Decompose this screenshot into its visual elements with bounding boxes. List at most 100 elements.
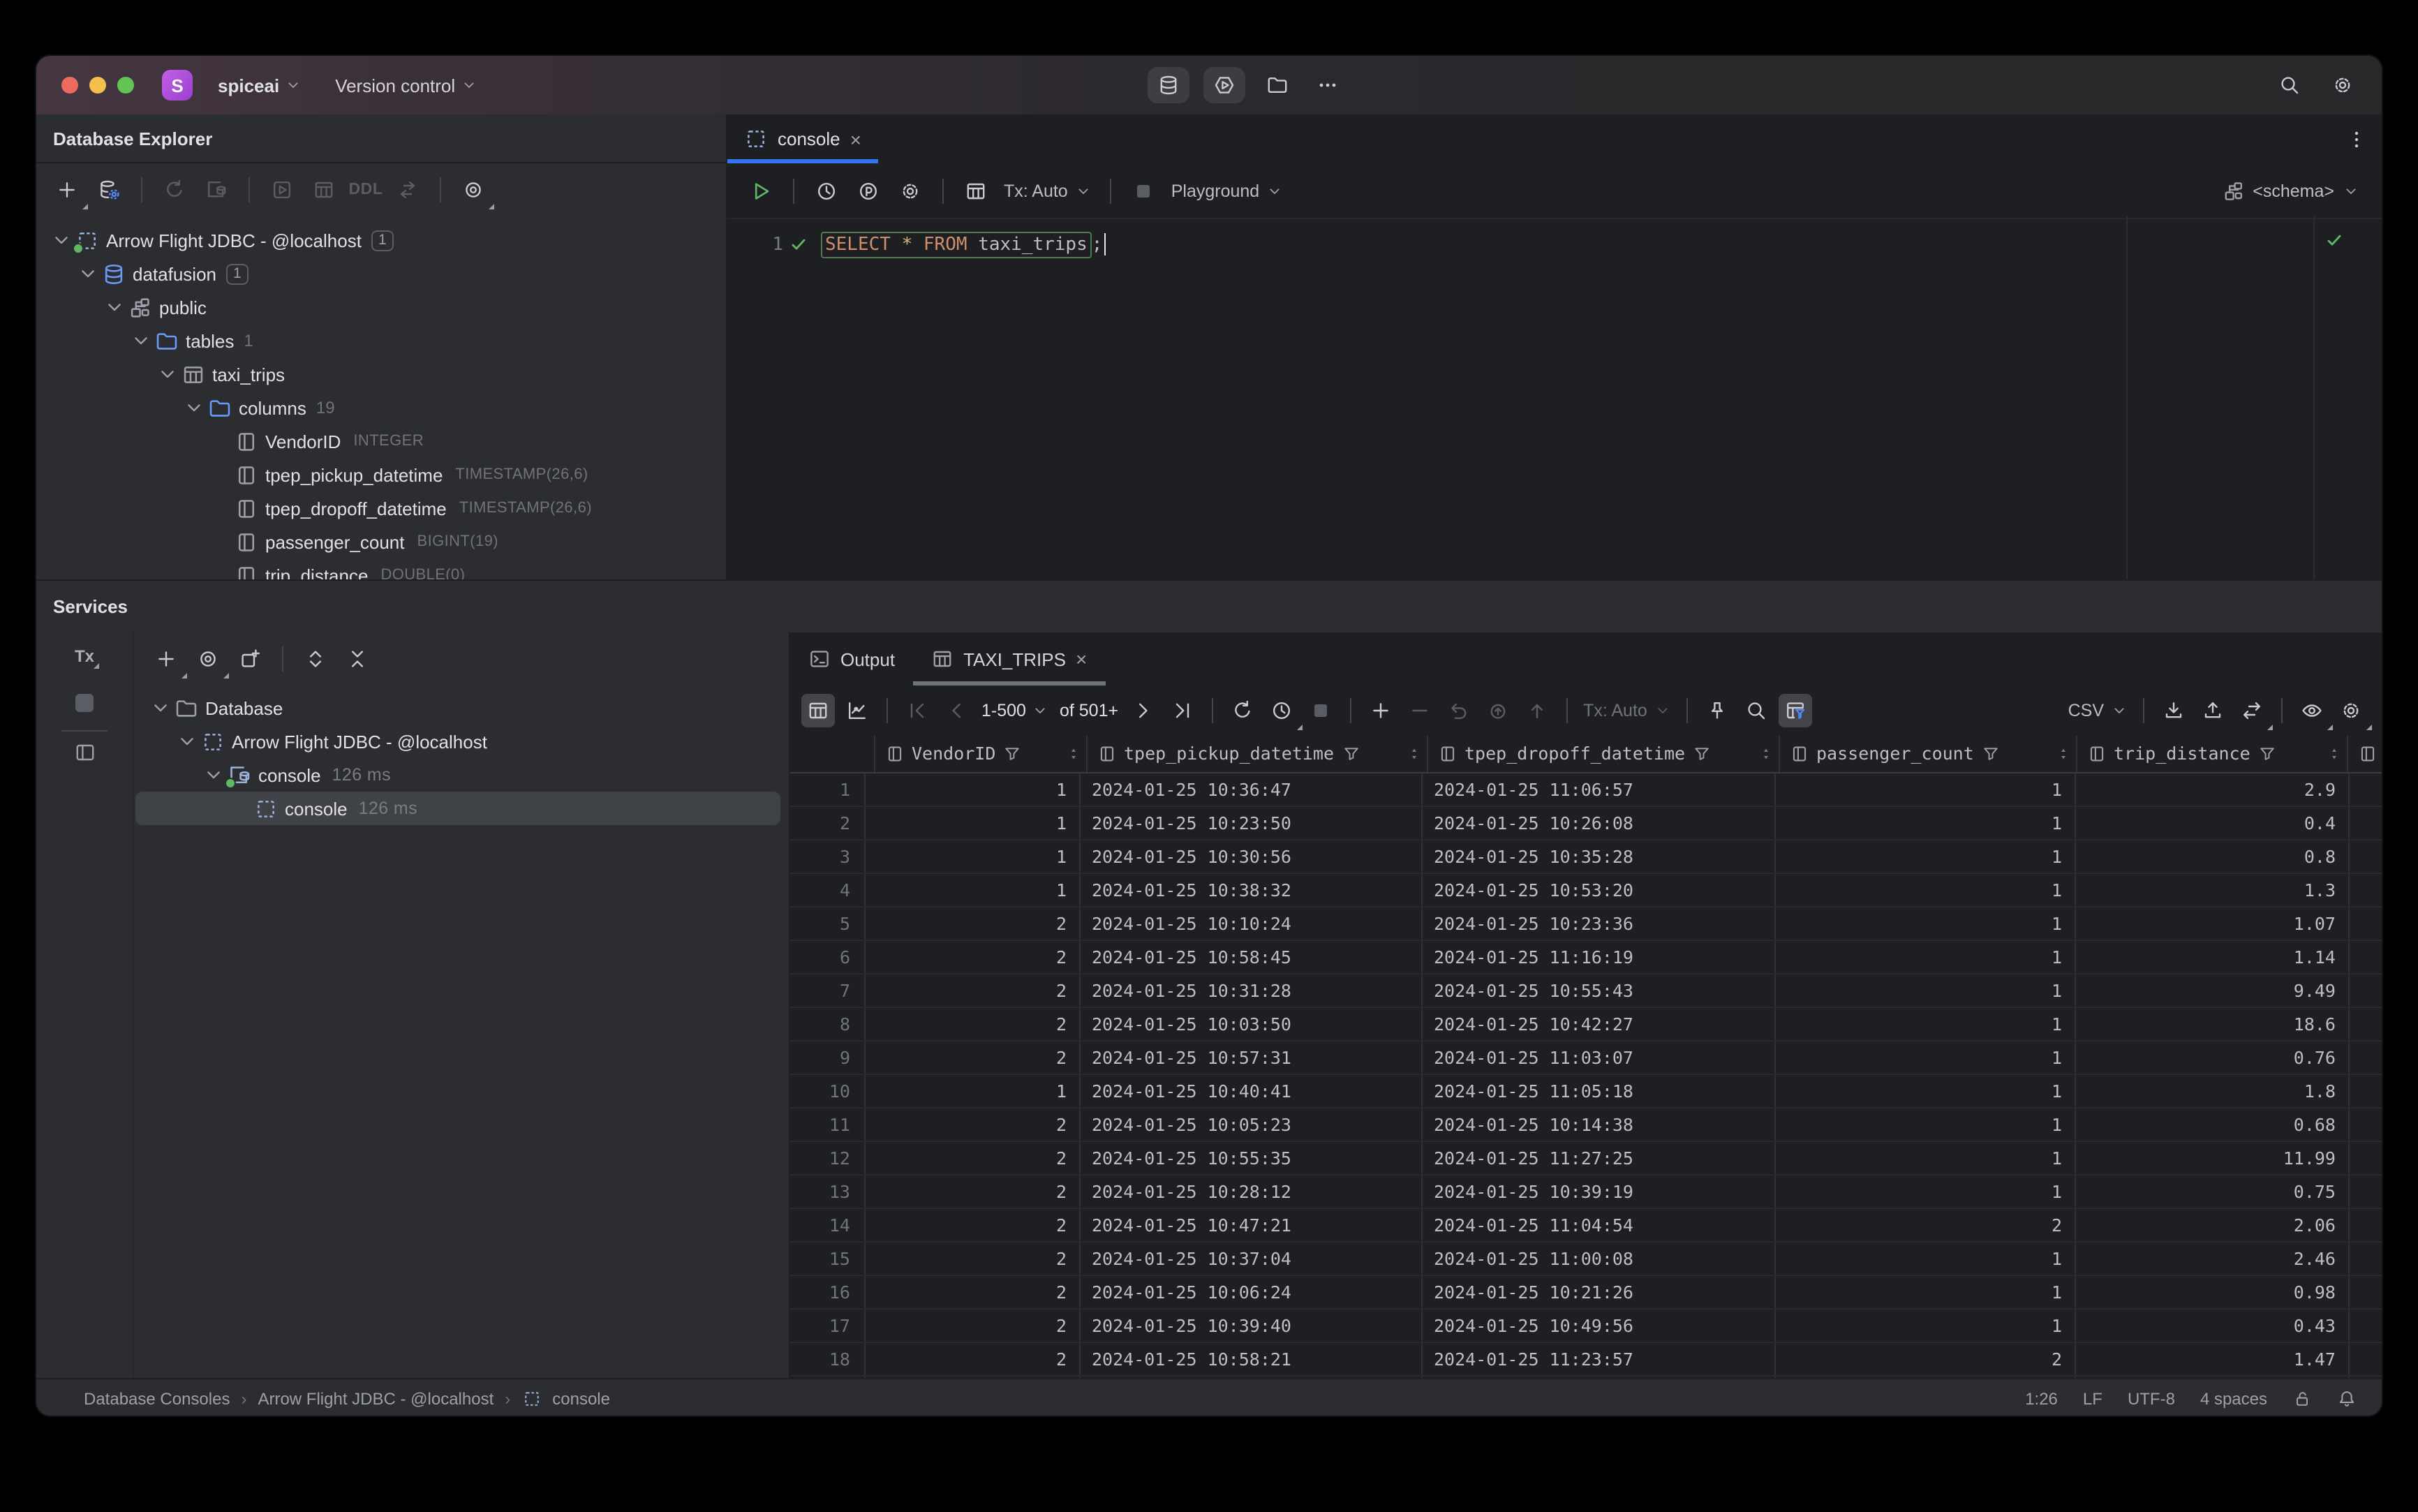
explorer-tree-item[interactable]: Arrow Flight JDBC - @localhost 1 xyxy=(36,223,726,257)
explorer-tree-item[interactable]: trip_distance DOUBLE(0) xyxy=(36,558,726,579)
cell-VendorID[interactable]: 2 xyxy=(866,974,1081,1007)
cell-passenger_count[interactable]: 1 xyxy=(1776,1276,2076,1308)
cell-trip_distance[interactable]: 0.4 xyxy=(2076,807,2350,839)
cell-trip_distance[interactable]: 0.8 xyxy=(2076,840,2350,873)
cell-trip_distance[interactable]: 0.75 xyxy=(2076,1176,2350,1208)
sort-arrows-icon[interactable] xyxy=(1406,746,1423,762)
cell-tpep_pickup_datetime[interactable]: 2024-01-25 10:31:28 xyxy=(1081,974,1423,1007)
cell-VendorID[interactable]: 2 xyxy=(866,1176,1081,1208)
reload-page-button[interactable] xyxy=(1226,694,1259,727)
expand-all-button[interactable] xyxy=(299,642,332,676)
cell-tpep_dropoff_datetime[interactable]: 2024-01-25 10:26:08 xyxy=(1423,807,1776,839)
cell-passenger_count[interactable]: 1 xyxy=(1776,1142,2076,1174)
cell-tpep_pickup_datetime[interactable]: 2024-01-25 10:40:41 xyxy=(1081,1075,1423,1107)
explorer-tree-item[interactable]: datafusion 1 xyxy=(36,257,726,290)
cell-trip_distance[interactable]: 9.49 xyxy=(2076,974,2350,1007)
chart-view-button[interactable] xyxy=(840,694,874,727)
maximize-window-button[interactable] xyxy=(117,77,134,94)
cell-trip_distance[interactable]: 18.6 xyxy=(2076,1008,2350,1040)
first-page-button[interactable] xyxy=(900,694,934,727)
cell-tpep_dropoff_datetime[interactable]: 2024-01-25 11:00:08 xyxy=(1423,1243,1776,1275)
cell-passenger_count[interactable]: 1 xyxy=(1776,773,2076,806)
explorer-tree-item[interactable]: columns 19 xyxy=(36,391,726,424)
cell-VendorID[interactable]: 2 xyxy=(866,1042,1081,1074)
cell-VendorID[interactable]: 1 xyxy=(866,840,1081,873)
close-tab-icon[interactable]: × xyxy=(850,129,861,149)
line-ending-widget[interactable]: LF xyxy=(2083,1388,2102,1408)
column-header-VendorID[interactable]: VendorID xyxy=(875,736,1088,772)
chevron-down-icon[interactable] xyxy=(149,697,172,719)
cell-tpep_dropoff_datetime[interactable]: 2024-01-25 10:49:56 xyxy=(1423,1310,1776,1342)
chevron-down-icon[interactable] xyxy=(50,229,73,251)
cell-VendorID[interactable]: 2 xyxy=(866,1343,1081,1375)
panel-layout-button[interactable] xyxy=(36,741,133,764)
cell-passenger_count[interactable]: 1 xyxy=(1776,874,2076,906)
pin-tab-button[interactable] xyxy=(1700,694,1734,727)
table-row[interactable]: 11 2 2024-01-25 10:05:23 2024-01-25 10:14:3… xyxy=(790,1109,2382,1142)
cell-tpep_dropoff_datetime[interactable]: 2024-01-25 10:23:36 xyxy=(1423,907,1776,940)
chevron-down-icon[interactable] xyxy=(103,296,126,318)
explorer-tree-item[interactable]: public xyxy=(36,290,726,324)
minimize-window-button[interactable] xyxy=(89,77,106,94)
cell-Rate[interactable] xyxy=(2350,1042,2382,1074)
cell-Rate[interactable] xyxy=(2350,1176,2382,1208)
revert-button[interactable] xyxy=(1442,694,1476,727)
table-row[interactable]: 9 2 2024-01-25 10:57:31 2024-01-25 11:03:07… xyxy=(790,1042,2382,1075)
cell-VendorID[interactable]: 2 xyxy=(866,1109,1081,1141)
auto-refresh-button[interactable] xyxy=(1265,694,1303,730)
table-row[interactable]: 10 1 2024-01-25 10:40:41 2024-01-25 11:05:1… xyxy=(790,1075,2382,1109)
filter-sort-button[interactable] xyxy=(1778,694,1812,727)
chevron-down-icon[interactable] xyxy=(156,363,179,385)
page-range-select[interactable]: 1-500 xyxy=(979,701,1051,720)
view-options-button[interactable] xyxy=(457,173,494,209)
cell-trip_distance[interactable]: 1.47 xyxy=(2076,1343,2350,1375)
delete-row-button[interactable] xyxy=(1403,694,1437,727)
cell-Rate[interactable] xyxy=(2350,1142,2382,1174)
cell-passenger_count[interactable]: 1 xyxy=(1776,1176,2076,1208)
cell-tpep_pickup_datetime[interactable]: 2024-01-25 10:28:12 xyxy=(1081,1176,1423,1208)
tx-toggle-button[interactable]: Tx xyxy=(36,646,133,669)
services-tree-item[interactable]: Arrow Flight JDBC - @localhost xyxy=(135,725,780,758)
cell-tpep_pickup_datetime[interactable]: 2024-01-25 10:03:50 xyxy=(1081,1008,1423,1040)
sort-arrows-icon[interactable] xyxy=(1065,746,1082,762)
cell-tpep_dropoff_datetime[interactable]: 2024-01-25 10:53:20 xyxy=(1423,874,1776,906)
cell-trip_distance[interactable]: 0.98 xyxy=(2076,1276,2350,1308)
import-data-button[interactable] xyxy=(2196,694,2230,727)
cell-trip_distance[interactable]: 11.99 xyxy=(2076,1142,2350,1174)
explorer-tree-item[interactable]: tables 1 xyxy=(36,324,726,357)
cell-passenger_count[interactable]: 2 xyxy=(1776,1343,2076,1375)
cell-VendorID[interactable]: 1 xyxy=(866,773,1081,806)
cell-tpep_dropoff_datetime[interactable]: 2024-01-25 11:04:54 xyxy=(1423,1209,1776,1241)
cell-tpep_dropoff_datetime[interactable]: 2024-01-25 11:05:18 xyxy=(1423,1075,1776,1107)
cell-tpep_pickup_datetime[interactable]: 2024-01-25 10:55:35 xyxy=(1081,1142,1423,1174)
cell-tpep_pickup_datetime[interactable]: 2024-01-25 10:30:56 xyxy=(1081,840,1423,873)
collapse-all-button[interactable] xyxy=(341,642,374,676)
cell-tpep_pickup_datetime[interactable]: 2024-01-25 10:58:21 xyxy=(1081,1343,1423,1375)
cell-trip_distance[interactable]: 1.07 xyxy=(2076,907,2350,940)
column-header-Rate[interactable]: Rate xyxy=(2348,736,2382,772)
session-select[interactable]: Playground xyxy=(1169,181,1286,201)
lock-open-icon[interactable] xyxy=(2292,1388,2312,1408)
cell-trip_distance[interactable]: 2.46 xyxy=(2076,1243,2350,1275)
cell-passenger_count[interactable]: 1 xyxy=(1776,1008,2076,1040)
tab-console[interactable]: console × xyxy=(727,114,878,163)
cell-trip_distance[interactable]: 2.06 xyxy=(2076,1209,2350,1241)
cell-tpep_pickup_datetime[interactable]: 2024-01-25 10:36:47 xyxy=(1081,773,1423,806)
explain-plan-button[interactable] xyxy=(852,175,885,208)
cell-tpep_dropoff_datetime[interactable]: 2024-01-25 10:55:43 xyxy=(1423,974,1776,1007)
add-row-button[interactable] xyxy=(1364,694,1397,727)
rollback-button[interactable] xyxy=(1481,694,1515,727)
notifications-bell-icon[interactable] xyxy=(2337,1388,2357,1408)
in-editor-results-button[interactable] xyxy=(959,175,993,208)
table-row[interactable]: 15 2 2024-01-25 10:37:04 2024-01-25 11:00:0… xyxy=(790,1243,2382,1276)
cell-Rate[interactable] xyxy=(2350,1243,2382,1275)
cell-trip_distance[interactable]: 1.8 xyxy=(2076,1075,2350,1107)
cell-passenger_count[interactable]: 1 xyxy=(1776,1109,2076,1141)
cell-Rate[interactable] xyxy=(2350,1310,2382,1342)
cell-passenger_count[interactable]: 1 xyxy=(1776,941,2076,973)
cell-Rate[interactable] xyxy=(2350,807,2382,839)
services-tree-item[interactable]: console 126 ms xyxy=(135,758,780,792)
explorer-tree-item[interactable]: tpep_pickup_datetime TIMESTAMP(26,6) xyxy=(36,458,726,491)
encoding-widget[interactable]: UTF-8 xyxy=(2128,1388,2175,1408)
cell-passenger_count[interactable]: 1 xyxy=(1776,1075,2076,1107)
